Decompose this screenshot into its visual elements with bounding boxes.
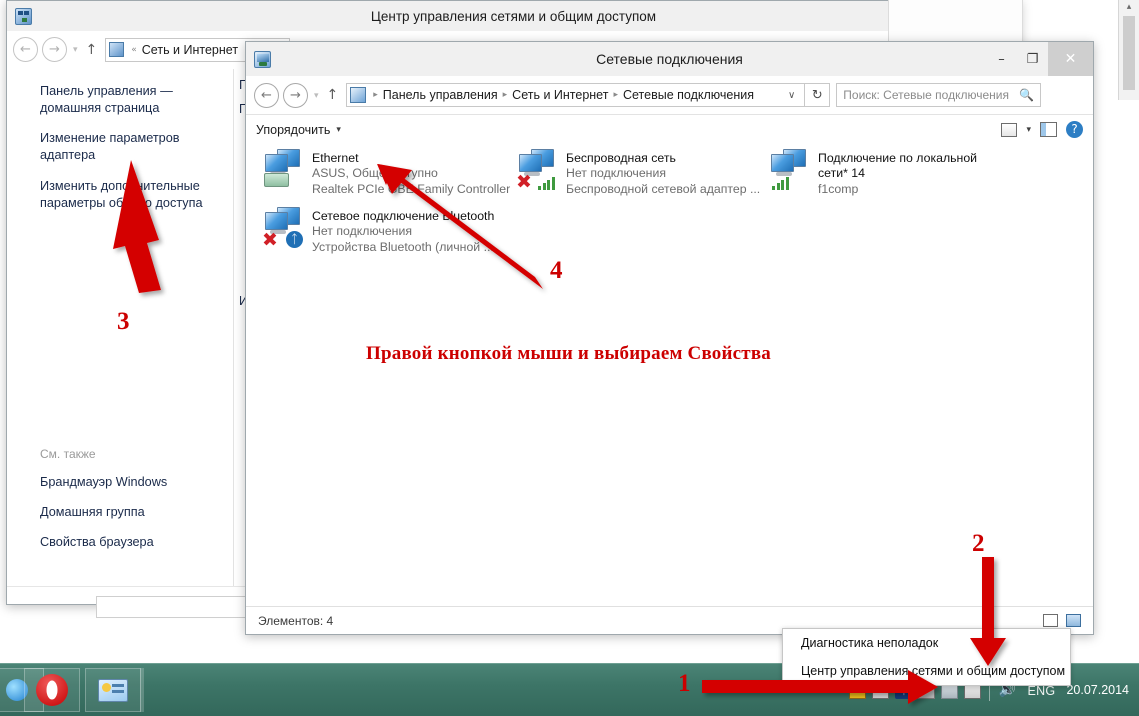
network-connections-icon [254, 50, 271, 68]
preview-pane-icon[interactable] [1040, 122, 1057, 137]
close-button-front[interactable]: ✕ [1048, 42, 1093, 76]
network-sharing-center-icon [15, 7, 32, 25]
titlebar-network-sharing-center[interactable]: Центр управления сетями и общим доступом… [7, 1, 1020, 31]
taskbar-clock[interactable]: 20.07.2014 [1062, 683, 1139, 699]
breadcrumb-item-front-2[interactable]: Сетевые подключения [621, 88, 756, 102]
back-button-front[interactable]: ← [254, 82, 279, 108]
see-also-link-homegroup[interactable]: Домашняя группа [40, 504, 219, 521]
history-dropdown-back[interactable]: ▾ [73, 44, 78, 55]
connections-list[interactable]: Ethernet ASUS, Общедоступно Realtek PCIe… [246, 145, 1093, 606]
view-options-icon[interactable] [1001, 122, 1018, 137]
connection-name-bluetooth: Сетевое подключение Bluetooth [312, 209, 495, 223]
up-button-front[interactable]: ↑ [327, 87, 339, 103]
scroll-up-arrow-icon[interactable]: ▴ [1119, 0, 1139, 12]
statusbar-view-buttons[interactable] [1043, 614, 1081, 627]
control-panel-icon [98, 678, 128, 702]
address-bar-icon-back [109, 42, 125, 57]
opera-icon [36, 674, 68, 706]
tray-menu-item-network-sharing-center[interactable]: Центр управления сетями и общим доступом [783, 657, 1070, 685]
address-bar-icon-front [350, 87, 367, 103]
background-scrollbar[interactable]: ▴ [1118, 0, 1139, 100]
connection-status-bluetooth: Нет подключения [312, 224, 412, 239]
connection-item-wireless[interactable]: ✖ Беспроводная сеть Нет подключения Бесп… [514, 149, 766, 197]
background-window-sliver [888, 0, 1023, 45]
connection-device-ethernet: Realtek PCIe GBE Family Controller [312, 181, 511, 196]
connection-device-wireless: Беспроводной сетевой адаптер ... [566, 181, 761, 196]
taskbar-button-control-panel[interactable] [85, 668, 141, 712]
connection-status-ethernet: ASUS, Общедоступно [312, 166, 438, 181]
forward-button-front[interactable]: → [283, 82, 308, 108]
breadcrumb-sep-1[interactable]: ▸ [500, 90, 511, 100]
connection-item-lan-14[interactable]: Подключение по локальной сети* 14 f1comp [766, 149, 996, 197]
breadcrumb-item-back-0[interactable]: Сеть и Интернет [140, 43, 240, 57]
annotation-number-2: 2 [972, 530, 985, 557]
taskbar-divider [140, 668, 144, 712]
search-box[interactable]: Поиск: Сетевые подключения 🔍 [836, 83, 1042, 107]
annotation-callout-text: Правой кнопкой мыши и выбираем Свойства [366, 343, 771, 364]
connection-status-lan-14: f1comp [818, 181, 859, 196]
search-input[interactable]: Поиск: Сетевые подключения [843, 88, 1009, 102]
view-caret-icon[interactable]: ▾ [1026, 125, 1031, 135]
maximize-button-front[interactable]: ❐ [1017, 42, 1048, 76]
address-dropdown-icon[interactable]: ∨ [781, 90, 802, 101]
back-button-back[interactable]: ← [13, 37, 38, 62]
sidebar-links: Панель управления — домашняя страница Из… [8, 69, 233, 212]
search-icon[interactable]: 🔍 [1019, 88, 1034, 102]
tray-menu-item-troubleshoot[interactable]: Диагностика неполадок [783, 629, 1070, 657]
breadcrumb-sep-0: ▸ [373, 90, 378, 100]
help-icon[interactable]: ? [1066, 121, 1083, 138]
wireless-adapter-icon: ✖ [514, 149, 566, 197]
connection-device-bluetooth: Устройства Bluetooth (личной ... [312, 239, 494, 254]
navbar-front[interactable]: ← → ▾ ↑ ▸ Панель управления ▸ Сеть и Инт… [246, 76, 1093, 114]
forward-button-back[interactable]: → [42, 37, 67, 62]
connection-name-wireless: Беспроводная сеть [566, 151, 676, 165]
sidebar-link-advanced-sharing-settings[interactable]: Изменить дополнительные параметры общего… [40, 178, 219, 212]
virtual-wifi-adapter-icon [766, 149, 818, 197]
breadcrumb-sep-2[interactable]: ▸ [610, 90, 621, 100]
minimize-button-front[interactable]: – [986, 42, 1017, 76]
annotation-number-4: 4 [550, 257, 563, 284]
breadcrumb-item-front-1[interactable]: Сеть и Интернет [510, 88, 610, 102]
annotation-number-1: 1 [678, 670, 691, 697]
window-title-network-sharing-center: Центр управления сетями и общим доступом [370, 8, 657, 24]
breadcrumb-overflow-back[interactable]: « [128, 45, 140, 55]
annotation-number-3: 3 [117, 308, 130, 335]
ethernet-adapter-icon [260, 149, 312, 197]
tray-context-menu[interactable]: Диагностика неполадок Центр управления с… [782, 628, 1071, 686]
sidebar-link-change-adapter-settings[interactable]: Изменение параметров адаптера [40, 130, 219, 164]
organize-button[interactable]: Упорядочить [256, 123, 330, 137]
organize-caret-icon[interactable]: ▾ [336, 125, 341, 135]
connection-item-ethernet[interactable]: Ethernet ASUS, Общедоступно Realtek PCIe… [260, 149, 512, 197]
window-controls-front[interactable]: – ❐ ✕ [986, 42, 1093, 76]
bluetooth-adapter-icon: ✖ ᛏ [260, 207, 312, 255]
breadcrumb-item-front-0[interactable]: Панель управления [381, 88, 500, 102]
connection-status-wireless: Нет подключения [566, 166, 666, 181]
see-also-heading: См. также [40, 447, 96, 462]
connection-item-bluetooth[interactable]: ✖ ᛏ Сетевое подключение Bluetooth Нет по… [260, 207, 512, 255]
toolbar-right-group[interactable]: ▾ ? [1001, 121, 1083, 138]
history-dropdown-front[interactable]: ▾ [314, 90, 319, 101]
refresh-button[interactable]: ↻ [805, 83, 831, 107]
connection-name-lan-14: Подключение по локальной сети* 14 [818, 151, 978, 181]
see-also-link-firewall[interactable]: Брандмауэр Windows [40, 474, 219, 491]
scrollbar-thumb[interactable] [1123, 16, 1135, 90]
taskbar-button-opera[interactable] [24, 668, 80, 712]
up-button-back[interactable]: ↑ [86, 42, 98, 58]
tiles-view-icon[interactable] [1066, 614, 1081, 627]
sidebar-link-control-panel-home[interactable]: Панель управления — домашняя страница [40, 83, 219, 117]
background-window-fragment [96, 596, 246, 618]
address-bar-front[interactable]: ▸ Панель управления ▸ Сеть и Интернет ▸ … [346, 83, 806, 107]
sidebar-see-also: См. также Брандмауэр Windows Домашняя гр… [8, 432, 233, 564]
details-view-icon[interactable] [1043, 614, 1058, 627]
see-also-link-internet-options[interactable]: Свойства браузера [40, 534, 219, 551]
items-count-label: Элементов: 4 [258, 613, 334, 628]
window-title-network-connections: Сетевые подключения [596, 51, 743, 67]
toolbar-front[interactable]: Упорядочить ▾ ▾ ? [246, 114, 1093, 144]
titlebar-network-connections[interactable]: Сетевые подключения – ❐ ✕ [246, 42, 1093, 76]
window-network-connections[interactable]: Сетевые подключения – ❐ ✕ ← → ▾ ↑ ▸ Пане… [245, 41, 1094, 635]
connection-name-ethernet: Ethernet [312, 151, 359, 165]
